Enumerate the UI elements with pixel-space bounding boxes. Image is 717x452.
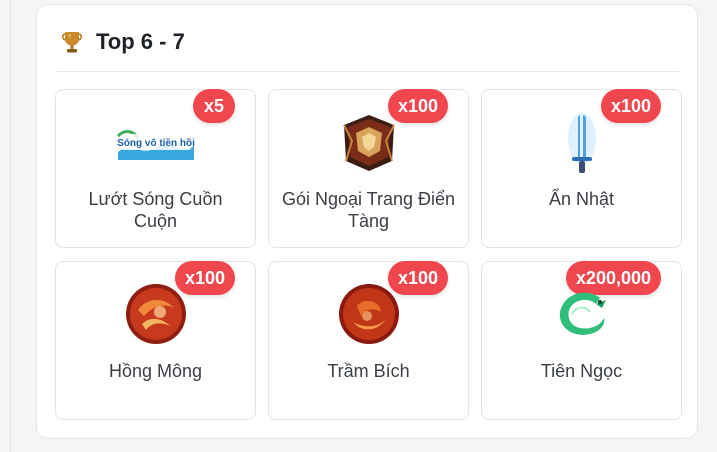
reward-item-3[interactable]: x100 Ẩn Nhật	[481, 89, 682, 248]
reward-item-4[interactable]: x100 Hồng Mông	[55, 261, 256, 420]
quantity-badge: x5	[193, 89, 235, 123]
reward-item-5[interactable]: x100 Trầm Bích	[268, 261, 469, 420]
reward-item-6[interactable]: x200,000 Tiên Ngọc	[481, 261, 682, 420]
page: Top 6 - 7 x5 Sóng vô tiền hồi Lướt Sóng …	[0, 0, 717, 452]
reward-name: Hồng Mông	[108, 361, 203, 381]
section-title: Top 6 - 7	[96, 29, 185, 54]
reward-card: Top 6 - 7 x5 Sóng vô tiền hồi Lướt Sóng …	[36, 4, 698, 439]
surf-banner-icon: Sóng vô tiền hồi	[116, 110, 196, 174]
surf-banner-text: Sóng vô tiền hồi	[117, 137, 195, 149]
reward-name: Lướt Sóng Cuồn Cuộn	[88, 189, 223, 231]
card-header: Top 6 - 7	[57, 27, 679, 72]
reward-grid: x5 Sóng vô tiền hồi Lướt Sóng Cuồn Cuộn …	[55, 89, 682, 420]
reward-item-1[interactable]: x5 Sóng vô tiền hồi Lướt Sóng Cuồn Cuộn	[55, 89, 256, 248]
left-divider	[10, 0, 11, 452]
armor-box-icon	[329, 110, 409, 174]
red-orb-icon	[329, 282, 409, 346]
trophy-icon	[61, 29, 83, 55]
jade-dragon-icon	[542, 282, 622, 346]
reward-name: Ẩn Nhật	[548, 189, 615, 209]
reward-name: Tiên Ngọc	[540, 361, 623, 381]
reward-item-2[interactable]: x100 Gói Ngoại Trang Điển Tàng	[268, 89, 469, 248]
sword-icon	[542, 110, 622, 174]
reward-name: Trầm Bích	[327, 361, 410, 381]
red-orb-icon	[116, 282, 196, 346]
reward-name: Gói Ngoại Trang Điển Tàng	[281, 189, 456, 231]
